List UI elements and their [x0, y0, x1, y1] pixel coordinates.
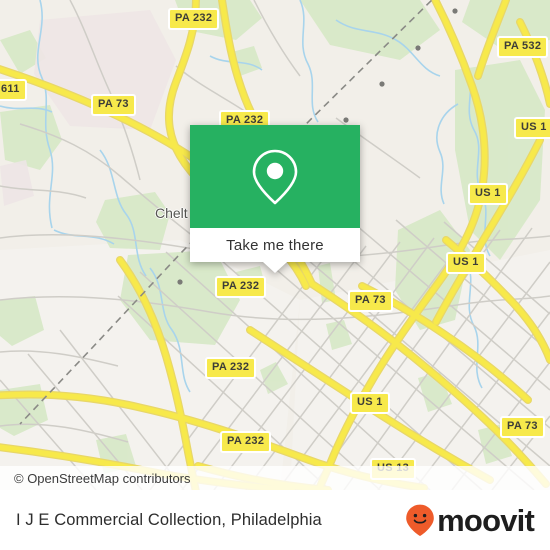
take-me-there-button[interactable]: Take me there [190, 228, 360, 262]
popup-pointer-tail [263, 262, 287, 273]
road-shield: US 1 [468, 183, 508, 205]
road-shield: PA 232 [215, 276, 267, 298]
popup-icon-area [190, 125, 360, 228]
map-canvas[interactable]: PA 232 PA 532 611 PA 73 PA 232 US 1 US 1 US 1 PA… [0, 0, 550, 490]
road-shield: US 1 [350, 392, 390, 414]
road-shield: PA 232 [220, 431, 272, 453]
road-shield: US 1 [514, 117, 550, 139]
road-shield: PA 73 [91, 94, 136, 116]
road-shield: PA 73 [500, 416, 545, 438]
footer-bar: I J E Commercial Collection, Philadelphi… [0, 490, 550, 550]
location-popup-card[interactable]: Take me there [190, 125, 360, 273]
map-attribution-bar: © OpenStreetMap contributors [0, 466, 550, 490]
road-shield: US 1 [446, 252, 486, 274]
moovit-pin-icon [406, 504, 434, 536]
map-place-label: Chelt [155, 205, 188, 221]
osm-attribution-text[interactable]: © OpenStreetMap contributors [0, 471, 191, 486]
moovit-map-screen: PA 232 PA 532 611 PA 73 PA 232 US 1 US 1 US 1 PA… [0, 0, 550, 550]
take-me-there-label: Take me there [226, 236, 324, 254]
moovit-wordmark: moovit [437, 502, 535, 538]
road-shield: PA 232 [168, 8, 220, 30]
road-shield: 611 [0, 79, 27, 101]
page-title: I J E Commercial Collection, Philadelphi… [16, 510, 322, 529]
road-shield: PA 532 [497, 36, 549, 58]
location-pin-icon [252, 149, 298, 204]
moovit-logo[interactable]: moovit [404, 502, 535, 538]
road-shield: PA 232 [205, 357, 257, 379]
road-shield: PA 73 [348, 290, 393, 312]
